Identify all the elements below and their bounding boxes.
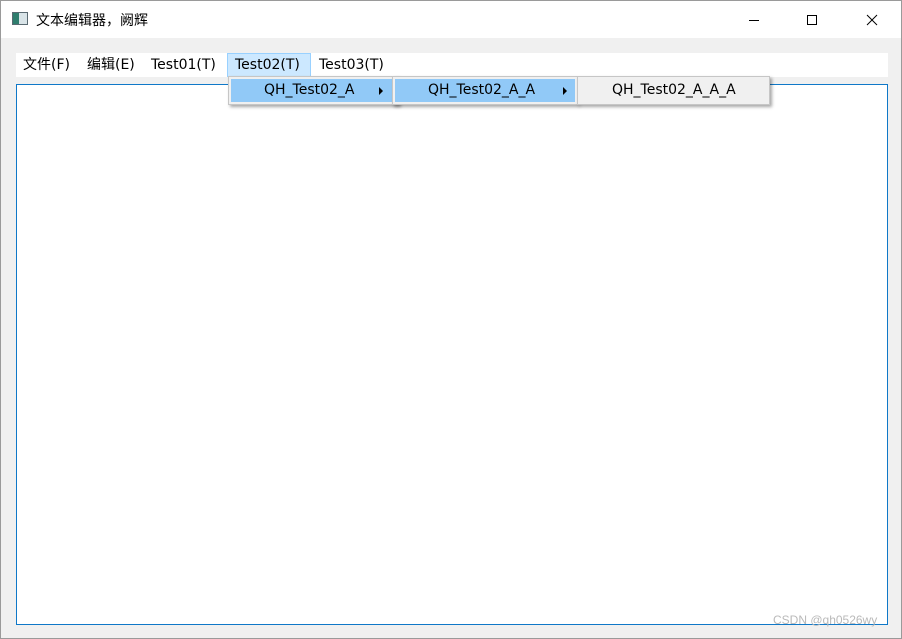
submenu-qh-test02-a-a: QH_Test02_A_A_A (577, 76, 770, 105)
close-icon (866, 14, 878, 25)
close-button[interactable] (849, 1, 895, 38)
submenu-qh-test02-a: QH_Test02_A_A (392, 76, 578, 105)
menu-item-label: QH_Test02_A (264, 82, 355, 98)
maximize-button[interactable] (789, 1, 835, 38)
menu-item-qh-test02-a[interactable]: QH_Test02_A (231, 79, 396, 102)
submenu-arrow-icon (563, 87, 567, 95)
submenu-arrow-icon (379, 87, 383, 95)
submenu-test02: QH_Test02_A (228, 76, 399, 105)
menu-test01[interactable]: Test01(T) (144, 53, 223, 77)
menu-item-label: QH_Test02_A_A_A (612, 82, 736, 98)
title-bar[interactable]: 文本编辑器，阙辉 (1, 1, 901, 38)
watermark: CSDN @qh0526wy (773, 613, 878, 627)
menu-item-qh-test02-a-a-a[interactable]: QH_Test02_A_A_A (580, 79, 767, 102)
menu-item-qh-test02-a-a[interactable]: QH_Test02_A_A (395, 79, 575, 102)
menu-bar: 文件(F) 编辑(E) Test01(T) Test02(T) Test03(T… (16, 53, 888, 77)
minimize-button[interactable] (731, 1, 777, 38)
app-window-icon (12, 12, 28, 25)
minimize-icon (749, 19, 759, 21)
menu-edit[interactable]: 编辑(E) (80, 53, 142, 77)
menu-test02[interactable]: Test02(T) (227, 53, 311, 77)
maximize-icon (807, 14, 817, 25)
window-title: 文本编辑器，阙辉 (36, 13, 148, 29)
text-editor[interactable] (16, 84, 888, 625)
menu-item-label: QH_Test02_A_A (428, 82, 536, 98)
menu-test03[interactable]: Test03(T) (312, 53, 391, 77)
menu-file[interactable]: 文件(F) (16, 53, 77, 77)
